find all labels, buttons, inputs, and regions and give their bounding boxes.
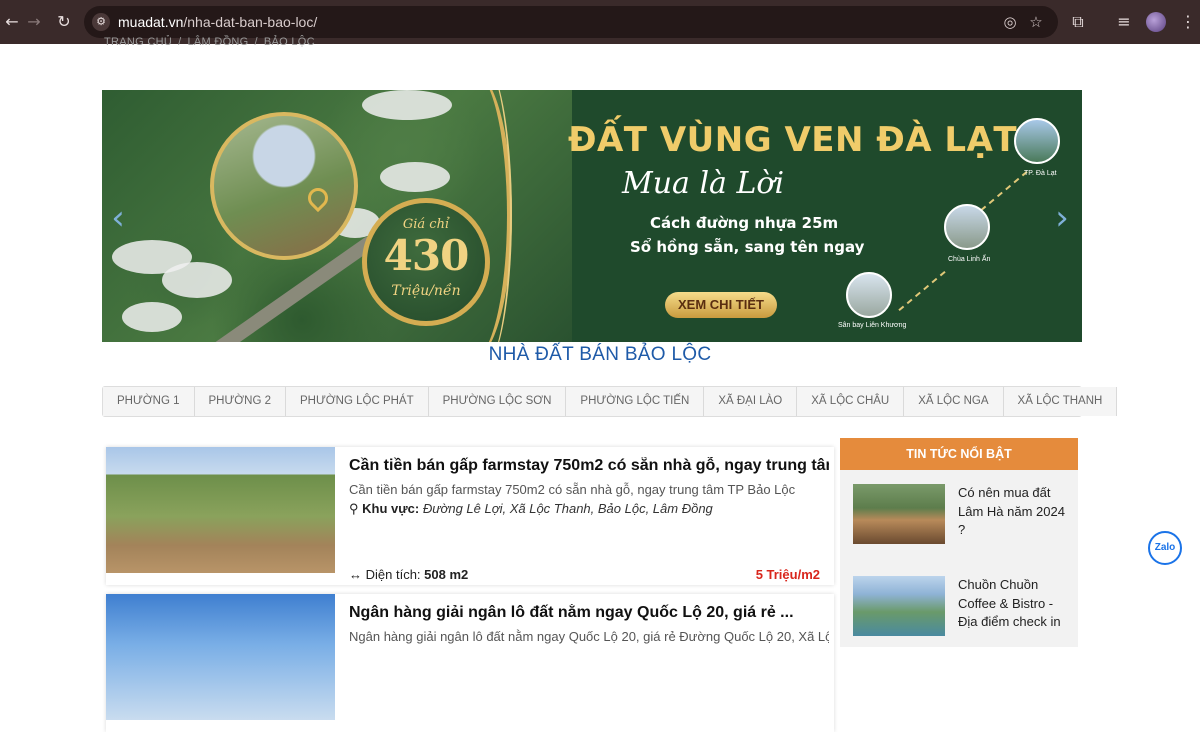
url-path: /nha-dat-ban-bao-loc/ — [183, 14, 318, 30]
tab-xa-loc-chau[interactable]: XÃ LỘC CHÂU — [797, 387, 905, 416]
banner-slogan: Mua là Lời — [622, 166, 785, 201]
listing-title[interactable]: Cần tiền bán gấp farmstay 750m2 có sẵn n… — [349, 457, 829, 475]
ward-tabs: PHƯỜNG 1 PHƯỜNG 2 PHƯỜNG LỘC PHÁT PHƯỜNG… — [102, 386, 1118, 417]
star-icon[interactable]: ☆ — [1024, 10, 1048, 34]
listing-thumbnail[interactable] — [106, 447, 335, 573]
price-badge: Giá chỉ 430 Triệu/nền — [362, 198, 490, 326]
route-line — [980, 170, 1028, 212]
left-right-arrow-icon: ↔ — [349, 567, 362, 582]
banner-title: ĐẤT VÙNG VEN ĐÀ LẠT — [568, 120, 1018, 160]
avatar[interactable] — [1146, 12, 1166, 32]
spot-label-pagoda: Chùa Linh Ấn — [948, 256, 991, 263]
tab-xa-loc-thanh[interactable]: XÃ LỘC THANH — [1003, 387, 1118, 416]
eye-off-icon[interactable]: ◎ — [998, 10, 1022, 34]
forward-arrow-icon[interactable]: → — [22, 10, 46, 34]
tune-icon[interactable]: ⚙ — [92, 13, 110, 31]
tab-phuong-loc-tien[interactable]: PHƯỜNG LỘC TIẾN — [566, 387, 705, 416]
listing-description: Cần tiền bán gấp farmstay 750m2 có sẵn n… — [349, 482, 796, 497]
breadcrumb: TRANG CHỦ / LÂM ĐỒNG / BẢO LỘC — [104, 36, 321, 48]
page-title: NHÀ ĐẤT BÁN BẢO LỘC — [488, 344, 712, 365]
spot-label-dalat: TP. Đà Lạt — [1024, 170, 1057, 177]
cloud-shape — [122, 302, 182, 332]
map-marker-icon: ⚲ — [349, 501, 359, 516]
tab-phuong-loc-phat[interactable]: PHƯỜNG LỘC PHÁT — [286, 387, 429, 416]
price-badge-value: 430 — [383, 231, 470, 280]
view-details-button[interactable]: XEM CHI TIẾT — [665, 292, 777, 318]
banner-feature-1: Cách đường nhựa 25m — [650, 214, 839, 232]
tab-phuong-1[interactable]: PHƯỜNG 1 — [103, 387, 195, 416]
kebab-menu-icon[interactable]: ⋮ — [1176, 10, 1200, 34]
news-title[interactable]: Có nên mua đất Lâm Hà năm 2024 ? — [958, 484, 1073, 540]
breadcrumb-home[interactable]: TRANG CHỦ — [104, 36, 172, 48]
listing-location: ⚲ Khu vực: Đường Lê Lợi, Xã Lộc Thanh, B… — [349, 501, 713, 517]
breadcrumb-separator: / — [254, 36, 258, 48]
url-text[interactable]: muadat.vn/nha-dat-ban-bao-loc/ — [118, 14, 317, 30]
featured-news-heading: TIN TỨC NỔI BẬT — [840, 438, 1078, 470]
breadcrumb-province[interactable]: LÂM ĐỒNG — [187, 36, 248, 48]
promo-banner[interactable]: Giá chỉ 430 Triệu/nền ĐẤT VÙNG VEN ĐÀ LẠ… — [102, 90, 1082, 342]
route-line — [898, 270, 946, 312]
cloud-shape — [162, 262, 232, 298]
listing-description: Ngân hàng giải ngân lô đất nằm ngay Quốc… — [349, 629, 829, 644]
location-value: Đường Lê Lợi, Xã Lộc Thanh, Bảo Lộc, Lâm… — [422, 501, 713, 516]
breadcrumb-separator: / — [178, 36, 182, 48]
listing-price: 5 Triệu/m2 — [755, 567, 820, 582]
puzzle-icon[interactable]: ⧉ — [1066, 10, 1090, 34]
breadcrumb-city: BẢO LỘC — [263, 36, 315, 48]
size-value: 508 m2 — [424, 567, 469, 582]
listing-card[interactable]: Ngân hàng giải ngân lô đất nằm ngay Quốc… — [106, 594, 834, 732]
airport-spot-image — [846, 272, 892, 318]
chevron-right-icon[interactable]: › — [1050, 198, 1074, 238]
price-badge-unit: Triệu/nền — [391, 283, 461, 299]
tab-phuong-2[interactable]: PHƯỜNG 2 — [194, 387, 286, 416]
dalat-spot-image — [1014, 118, 1060, 164]
tab-phuong-loc-son[interactable]: PHƯỜNG LỘC SƠN — [428, 387, 567, 416]
land-photo-circle — [210, 112, 358, 260]
price-badge-label: Giá chỉ — [402, 217, 450, 232]
zalo-chat-button[interactable]: Zalo — [1148, 531, 1182, 565]
playlist-icon[interactable]: ≡ — [1112, 10, 1136, 34]
tab-xa-dai-lao[interactable]: XÃ ĐẠI LÀO — [704, 387, 798, 416]
back-arrow-icon[interactable]: ← — [0, 10, 24, 34]
listing-thumbnail[interactable] — [106, 594, 335, 720]
listing-card[interactable]: Cần tiền bán gấp farmstay 750m2 có sẵn n… — [106, 447, 834, 585]
news-thumbnail[interactable] — [853, 484, 945, 544]
location-label: Khu vực: — [362, 501, 420, 516]
pagoda-spot-image — [944, 204, 990, 250]
tab-xa-loc-nga[interactable]: XÃ LỘC NGA — [904, 387, 1004, 416]
listing-title[interactable]: Ngân hàng giải ngân lô đất nằm ngay Quốc… — [349, 604, 829, 622]
chevron-left-icon[interactable]: ‹ — [106, 198, 130, 238]
listing-size: ↔ Diện tích: 508 m2 — [349, 567, 468, 582]
spot-label-airport: Sân bay Liên Khương — [838, 322, 907, 329]
size-label: Diện tích: — [365, 567, 421, 582]
reload-icon[interactable]: ↻ — [52, 10, 76, 34]
news-title[interactable]: Chuồn Chuồn Coffee & Bistro - Địa điểm c… — [958, 576, 1073, 632]
banner-feature-2: Sổ hồng sẵn, sang tên ngay — [630, 238, 865, 256]
news-thumbnail[interactable] — [853, 576, 945, 636]
url-host: muadat.vn — [118, 14, 184, 30]
cloud-shape — [362, 90, 452, 120]
address-bar[interactable]: ⚙ muadat.vn/nha-dat-ban-bao-loc/ ◎ ☆ — [84, 6, 1058, 38]
